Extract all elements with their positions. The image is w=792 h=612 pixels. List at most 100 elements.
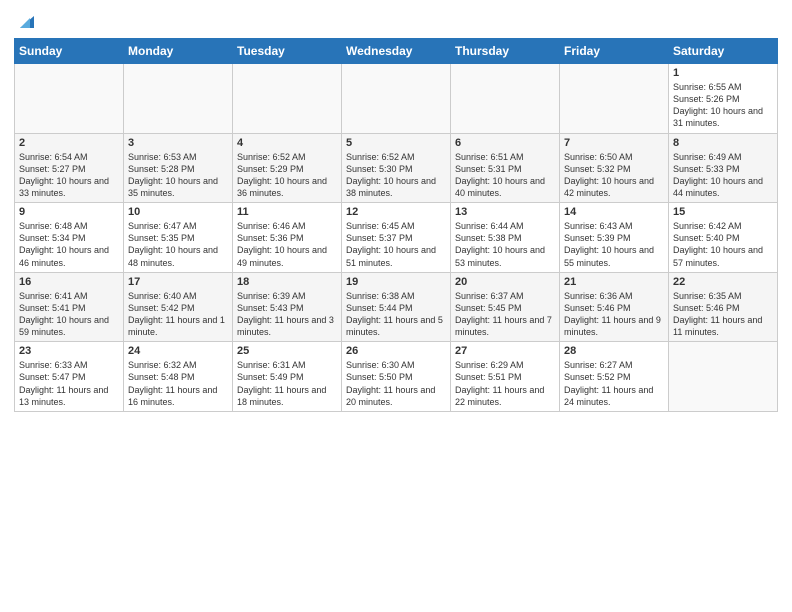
- day-cell: 12 Sunrise: 6:45 AM Sunset: 5:37 PM Dayli…: [342, 203, 451, 273]
- day-info: Sunrise: 6:37 AM Sunset: 5:45 PM Dayligh…: [455, 290, 555, 339]
- day-info: Sunrise: 6:50 AM Sunset: 5:32 PM Dayligh…: [564, 151, 664, 200]
- day-cell: 4 Sunrise: 6:52 AM Sunset: 5:29 PM Daylig…: [233, 133, 342, 203]
- weekday-header-tuesday: Tuesday: [233, 39, 342, 64]
- week-row-3: 16 Sunrise: 6:41 AM Sunset: 5:41 PM Dayli…: [15, 272, 778, 342]
- day-number: 5: [346, 137, 446, 149]
- day-info: Sunrise: 6:47 AM Sunset: 5:35 PM Dayligh…: [128, 220, 228, 269]
- weekday-header-wednesday: Wednesday: [342, 39, 451, 64]
- day-cell: 27 Sunrise: 6:29 AM Sunset: 5:51 PM Dayli…: [451, 342, 560, 412]
- day-info: Sunrise: 6:36 AM Sunset: 5:46 PM Dayligh…: [564, 290, 664, 339]
- day-cell: 7 Sunrise: 6:50 AM Sunset: 5:32 PM Daylig…: [560, 133, 669, 203]
- day-cell: 15 Sunrise: 6:42 AM Sunset: 5:40 PM Dayli…: [669, 203, 778, 273]
- week-row-0: 1 Sunrise: 6:55 AM Sunset: 5:26 PM Daylig…: [15, 64, 778, 134]
- day-cell: 26 Sunrise: 6:30 AM Sunset: 5:50 PM Dayli…: [342, 342, 451, 412]
- day-info: Sunrise: 6:39 AM Sunset: 5:43 PM Dayligh…: [237, 290, 337, 339]
- weekday-header-saturday: Saturday: [669, 39, 778, 64]
- day-number: 15: [673, 206, 773, 218]
- day-cell: [233, 64, 342, 134]
- day-cell: 22 Sunrise: 6:35 AM Sunset: 5:46 PM Dayli…: [669, 272, 778, 342]
- day-number: 12: [346, 206, 446, 218]
- day-info: Sunrise: 6:49 AM Sunset: 5:33 PM Dayligh…: [673, 151, 773, 200]
- day-cell: 14 Sunrise: 6:43 AM Sunset: 5:39 PM Dayli…: [560, 203, 669, 273]
- day-info: Sunrise: 6:48 AM Sunset: 5:34 PM Dayligh…: [19, 220, 119, 269]
- day-number: 7: [564, 137, 664, 149]
- day-info: Sunrise: 6:42 AM Sunset: 5:40 PM Dayligh…: [673, 220, 773, 269]
- day-number: 25: [237, 345, 337, 357]
- day-number: 26: [346, 345, 446, 357]
- day-cell: [342, 64, 451, 134]
- logo: [14, 10, 38, 32]
- logo-icon: [16, 10, 38, 32]
- day-number: 20: [455, 276, 555, 288]
- day-number: 28: [564, 345, 664, 357]
- day-cell: 23 Sunrise: 6:33 AM Sunset: 5:47 PM Dayli…: [15, 342, 124, 412]
- day-cell: [451, 64, 560, 134]
- day-cell: 9Sunrise: 6:48 AM Sunset: 5:34 PM Daylig…: [15, 203, 124, 273]
- day-cell: 1 Sunrise: 6:55 AM Sunset: 5:26 PM Daylig…: [669, 64, 778, 134]
- day-info: Sunrise: 6:29 AM Sunset: 5:51 PM Dayligh…: [455, 359, 555, 408]
- day-info: Sunrise: 6:55 AM Sunset: 5:26 PM Dayligh…: [673, 81, 773, 130]
- day-cell: 2 Sunrise: 6:54 AM Sunset: 5:27 PM Daylig…: [15, 133, 124, 203]
- week-row-1: 2 Sunrise: 6:54 AM Sunset: 5:27 PM Daylig…: [15, 133, 778, 203]
- day-info: Sunrise: 6:52 AM Sunset: 5:29 PM Dayligh…: [237, 151, 337, 200]
- day-number: 19: [346, 276, 446, 288]
- day-cell: 16 Sunrise: 6:41 AM Sunset: 5:41 PM Dayli…: [15, 272, 124, 342]
- week-row-4: 23 Sunrise: 6:33 AM Sunset: 5:47 PM Dayli…: [15, 342, 778, 412]
- day-number: 23: [19, 345, 119, 357]
- day-cell: 8 Sunrise: 6:49 AM Sunset: 5:33 PM Daylig…: [669, 133, 778, 203]
- day-cell: 21 Sunrise: 6:36 AM Sunset: 5:46 PM Dayli…: [560, 272, 669, 342]
- day-number: 11: [237, 206, 337, 218]
- calendar: SundayMondayTuesdayWednesdayThursdayFrid…: [14, 38, 778, 412]
- day-cell: 6Sunrise: 6:51 AM Sunset: 5:31 PM Daylig…: [451, 133, 560, 203]
- weekday-header-monday: Monday: [124, 39, 233, 64]
- page: SundayMondayTuesdayWednesdayThursdayFrid…: [0, 0, 792, 612]
- day-cell: 19Sunrise: 6:38 AM Sunset: 5:44 PM Dayli…: [342, 272, 451, 342]
- day-info: Sunrise: 6:53 AM Sunset: 5:28 PM Dayligh…: [128, 151, 228, 200]
- day-number: 17: [128, 276, 228, 288]
- day-cell: [124, 64, 233, 134]
- weekday-header-row: SundayMondayTuesdayWednesdayThursdayFrid…: [15, 39, 778, 64]
- day-info: Sunrise: 6:52 AM Sunset: 5:30 PM Dayligh…: [346, 151, 446, 200]
- weekday-header-friday: Friday: [560, 39, 669, 64]
- day-number: 1: [673, 67, 773, 79]
- day-info: Sunrise: 6:27 AM Sunset: 5:52 PM Dayligh…: [564, 359, 664, 408]
- day-number: 14: [564, 206, 664, 218]
- day-info: Sunrise: 6:32 AM Sunset: 5:48 PM Dayligh…: [128, 359, 228, 408]
- day-cell: 5 Sunrise: 6:52 AM Sunset: 5:30 PM Daylig…: [342, 133, 451, 203]
- day-number: 13: [455, 206, 555, 218]
- day-cell: 25 Sunrise: 6:31 AM Sunset: 5:49 PM Dayli…: [233, 342, 342, 412]
- day-number: 24: [128, 345, 228, 357]
- day-number: 2: [19, 137, 119, 149]
- day-cell: 28 Sunrise: 6:27 AM Sunset: 5:52 PM Dayli…: [560, 342, 669, 412]
- day-info: Sunrise: 6:44 AM Sunset: 5:38 PM Dayligh…: [455, 220, 555, 269]
- day-info: Sunrise: 6:51 AM Sunset: 5:31 PM Dayligh…: [455, 151, 555, 200]
- day-cell: 13 Sunrise: 6:44 AM Sunset: 5:38 PM Dayli…: [451, 203, 560, 273]
- day-cell: 24 Sunrise: 6:32 AM Sunset: 5:48 PM Dayli…: [124, 342, 233, 412]
- day-cell: [560, 64, 669, 134]
- day-cell: 20 Sunrise: 6:37 AM Sunset: 5:45 PM Dayli…: [451, 272, 560, 342]
- day-cell: 18 Sunrise: 6:39 AM Sunset: 5:43 PM Dayli…: [233, 272, 342, 342]
- day-number: 21: [564, 276, 664, 288]
- day-info: Sunrise: 6:43 AM Sunset: 5:39 PM Dayligh…: [564, 220, 664, 269]
- day-number: 18: [237, 276, 337, 288]
- day-cell: 3 Sunrise: 6:53 AM Sunset: 5:28 PM Daylig…: [124, 133, 233, 203]
- day-number: 27: [455, 345, 555, 357]
- weekday-header-thursday: Thursday: [451, 39, 560, 64]
- day-cell: 10Sunrise: 6:47 AM Sunset: 5:35 PM Dayli…: [124, 203, 233, 273]
- day-info: Sunrise: 6:30 AM Sunset: 5:50 PM Dayligh…: [346, 359, 446, 408]
- day-info: Sunrise: 6:54 AM Sunset: 5:27 PM Dayligh…: [19, 151, 119, 200]
- day-number: 3: [128, 137, 228, 149]
- header: [14, 10, 778, 32]
- day-info: Sunrise: 6:31 AM Sunset: 5:49 PM Dayligh…: [237, 359, 337, 408]
- day-number: 22: [673, 276, 773, 288]
- day-info: Sunrise: 6:45 AM Sunset: 5:37 PM Dayligh…: [346, 220, 446, 269]
- day-info: Sunrise: 6:35 AM Sunset: 5:46 PM Dayligh…: [673, 290, 773, 339]
- day-number: 4: [237, 137, 337, 149]
- day-info: Sunrise: 6:40 AM Sunset: 5:42 PM Dayligh…: [128, 290, 228, 339]
- day-info: Sunrise: 6:46 AM Sunset: 5:36 PM Dayligh…: [237, 220, 337, 269]
- day-number: 8: [673, 137, 773, 149]
- day-info: Sunrise: 6:33 AM Sunset: 5:47 PM Dayligh…: [19, 359, 119, 408]
- day-info: Sunrise: 6:41 AM Sunset: 5:41 PM Dayligh…: [19, 290, 119, 339]
- day-number: 16: [19, 276, 119, 288]
- week-row-2: 9Sunrise: 6:48 AM Sunset: 5:34 PM Daylig…: [15, 203, 778, 273]
